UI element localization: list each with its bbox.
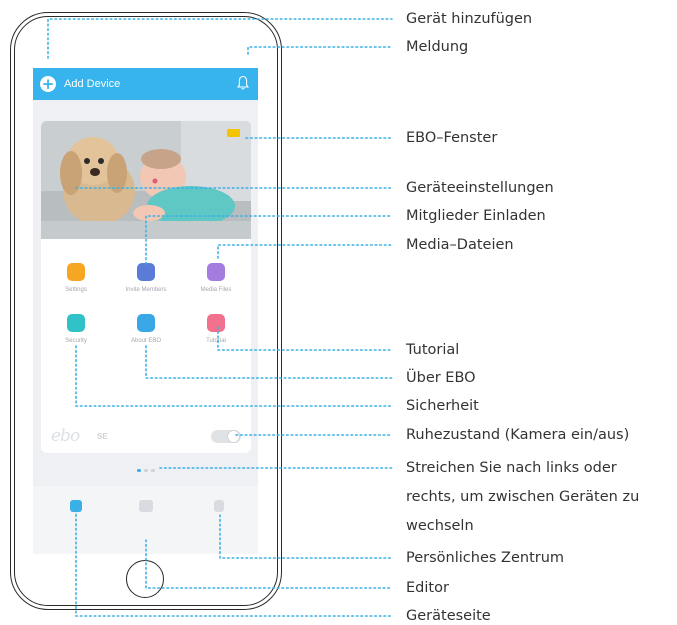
- ebo-camera-window[interactable]: [41, 121, 251, 239]
- callout-sleep-mode: Ruhezustand (Kamera ein/aus): [406, 427, 630, 443]
- add-device-label[interactable]: Add Device: [64, 76, 120, 92]
- device-page-icon[interactable]: [70, 500, 82, 512]
- callout-security: Sicherheit: [406, 398, 479, 414]
- callout-tutorial: Tutorial: [406, 342, 460, 358]
- callout-personal-center: Persönliches Zentrum: [406, 550, 565, 566]
- bottom-nav: [33, 486, 258, 554]
- home-button[interactable]: [126, 560, 164, 598]
- settings-label: Settings: [65, 287, 87, 293]
- callout-swipe-line1: Streichen Sie nach links oder: [406, 460, 617, 476]
- callout-swipe-line2: rechts, um zwischen Geräten zu: [406, 489, 640, 505]
- toggle-knob: [227, 430, 240, 443]
- ebo-model-label: SE: [97, 432, 108, 441]
- callout-swipe-line3: wechseln: [406, 518, 474, 534]
- tutorial-icon[interactable]: [207, 314, 225, 332]
- editor-icon[interactable]: [139, 500, 153, 512]
- camera-preview-image: [41, 121, 251, 239]
- callout-device-page: Geräteseite: [406, 608, 491, 624]
- sleep-mode-toggle[interactable]: [211, 430, 241, 443]
- callout-about-ebo: Über EBO: [406, 370, 476, 386]
- personal-center-icon[interactable]: [214, 500, 224, 512]
- add-device-icon[interactable]: +: [40, 76, 56, 92]
- media-files-label: Media Files: [200, 287, 232, 293]
- ebo-logo: ebo: [51, 426, 80, 446]
- page-dot: [151, 469, 155, 472]
- about-ebo-icon[interactable]: [137, 314, 155, 332]
- phone-screen: + Add Device Settings Invite Members Med…: [33, 68, 258, 554]
- invite-members-icon[interactable]: [137, 263, 155, 281]
- tutorial-label: Tutorial: [206, 338, 226, 344]
- callout-media-files: Media–Dateien: [406, 237, 514, 253]
- invite-members-label: Invite Members: [125, 287, 167, 293]
- page-dot: [144, 469, 148, 472]
- about-ebo-label: About EBO: [130, 338, 162, 344]
- bell-icon[interactable]: [237, 75, 249, 91]
- media-files-icon[interactable]: [207, 263, 225, 281]
- settings-icon[interactable]: [67, 263, 85, 281]
- security-label: Security: [65, 338, 87, 344]
- callout-ebo-window: EBO–Fenster: [406, 130, 498, 146]
- callout-editor: Editor: [406, 580, 449, 596]
- security-icon[interactable]: [67, 314, 85, 332]
- page-dot-active: [137, 469, 141, 472]
- device-card: Settings Invite Members Media Files Secu…: [41, 121, 251, 453]
- callout-add-device: Gerät hinzufügen: [406, 11, 533, 27]
- callout-invite-members: Mitglieder Einladen: [406, 208, 546, 224]
- callout-notification: Meldung: [406, 39, 469, 55]
- device-page-indicator: [137, 469, 167, 473]
- app-header: + Add Device: [33, 68, 258, 100]
- callout-device-settings: Geräteeinstellungen: [406, 180, 554, 196]
